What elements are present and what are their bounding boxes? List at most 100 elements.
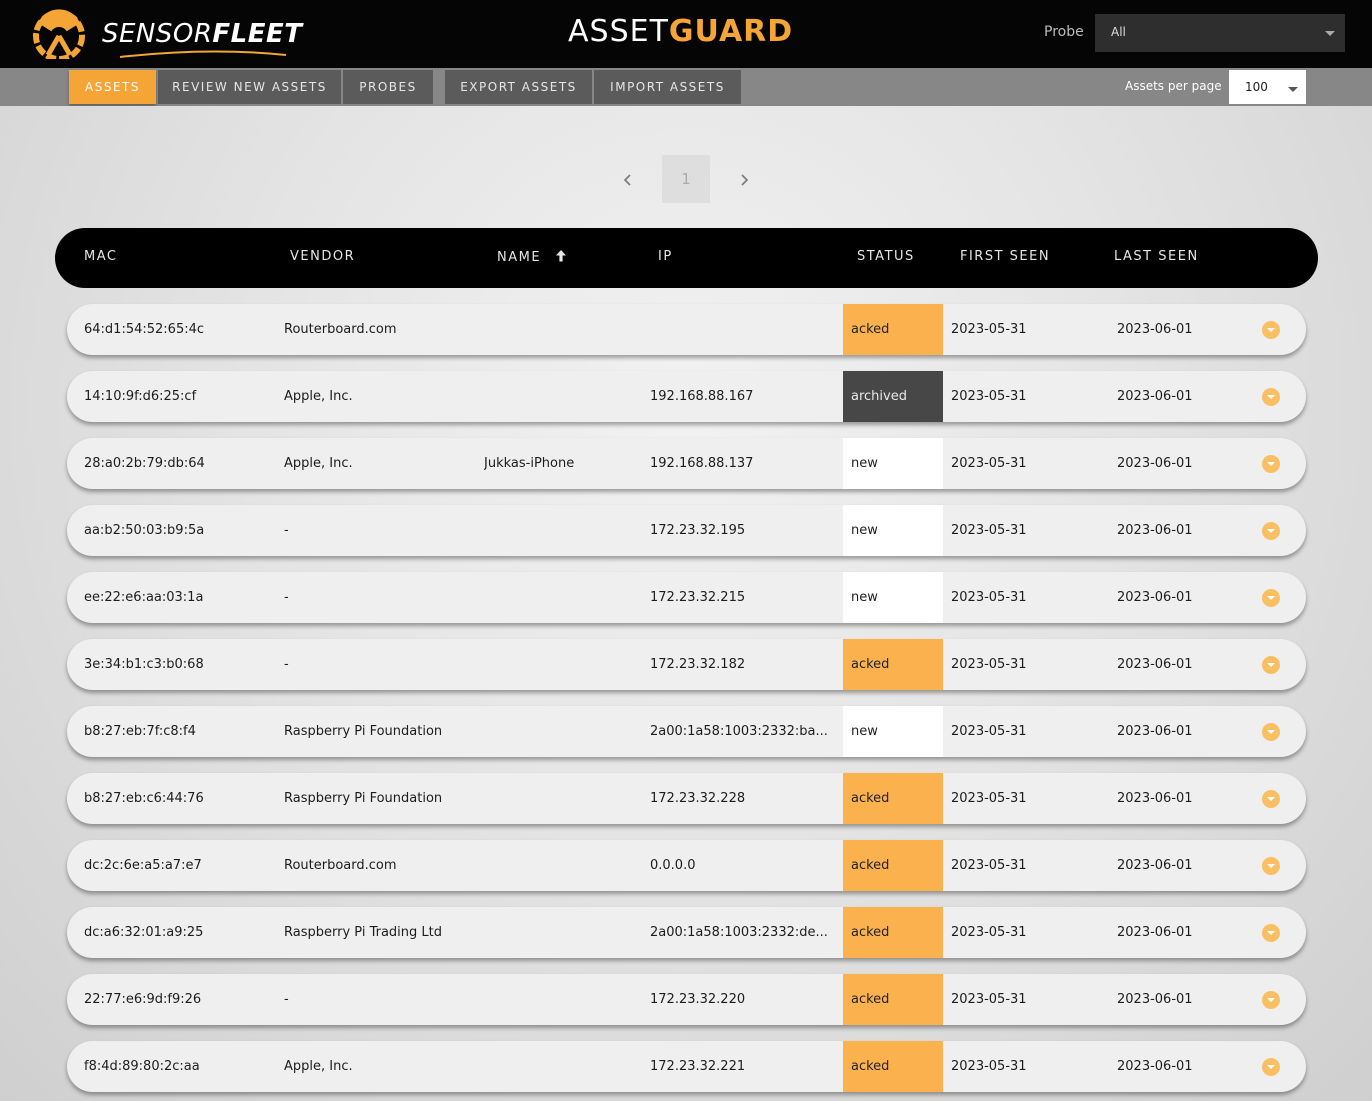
cell-name xyxy=(484,706,644,757)
table-row[interactable]: f8:4d:89:80:2c:aa Apple, Inc. 172.23.32.22… xyxy=(67,1041,1306,1092)
app-title-bold: GUARD xyxy=(668,14,794,49)
cell-first-seen: 2023-05-31 xyxy=(951,724,1027,739)
cell-first-seen: 2023-05-31 xyxy=(951,791,1027,806)
cell-mac: 64:d1:54:52:65:4c xyxy=(84,322,205,337)
chevron-right-icon[interactable] xyxy=(734,170,754,190)
cell-last-seen: 2023-06-01 xyxy=(1117,925,1193,940)
cell-last-seen: 2023-06-01 xyxy=(1117,523,1193,538)
cell-ip: 192.168.88.167 xyxy=(650,389,754,404)
cell-mac: 28:a0:2b:79:db:64 xyxy=(84,456,205,471)
chevron-left-icon[interactable] xyxy=(618,170,638,190)
cell-vendor: Apple, Inc. xyxy=(284,456,353,471)
chevron-down-circle-icon[interactable] xyxy=(1262,924,1280,942)
column-header-name[interactable]: NAME xyxy=(497,249,567,265)
chevron-down-circle-icon[interactable] xyxy=(1262,857,1280,875)
table-row[interactable]: 28:a0:2b:79:db:64 Apple, Inc. Jukkas-iPhon… xyxy=(67,438,1306,489)
tab-export-assets[interactable]: EXPORT ASSETS xyxy=(445,70,592,104)
cell-status: acked xyxy=(843,907,943,958)
top-header: SENSORFLEET ASSETGUARD Probe All xyxy=(0,0,1372,68)
cell-name xyxy=(484,907,644,958)
assets-per-page-value: 100 xyxy=(1245,80,1268,94)
cell-status: acked xyxy=(843,639,943,690)
cell-name xyxy=(484,371,644,422)
chevron-down-circle-icon[interactable] xyxy=(1262,455,1280,473)
cell-mac: ee:22:e6:aa:03:1a xyxy=(84,590,204,605)
cell-status: acked xyxy=(843,304,943,355)
cell-first-seen: 2023-05-31 xyxy=(951,858,1027,873)
cell-mac: dc:2c:6e:a5:a7:e7 xyxy=(84,858,202,873)
cell-status: acked xyxy=(843,840,943,891)
table-row[interactable]: dc:a6:32:01:a9:25 Raspberry Pi Trading Lt… xyxy=(67,907,1306,958)
sensorfleet-logo[interactable]: SENSORFLEET xyxy=(30,9,302,61)
tab-import-assets[interactable]: IMPORT ASSETS xyxy=(594,70,741,104)
cell-last-seen: 2023-06-01 xyxy=(1117,322,1193,337)
cell-vendor: - xyxy=(284,992,289,1007)
chevron-down-circle-icon[interactable] xyxy=(1262,522,1280,540)
cell-mac: 14:10:9f:d6:25:cf xyxy=(84,389,197,404)
cell-mac: 22:77:e6:9d:f9:26 xyxy=(84,992,202,1007)
column-header-vendor[interactable]: VENDOR xyxy=(290,249,355,264)
column-header-ip[interactable]: IP xyxy=(658,249,673,264)
table-row[interactable]: aa:b2:50:03:b9:5a - 172.23.32.195 new 2023-0… xyxy=(67,505,1306,556)
cell-vendor: Apple, Inc. xyxy=(284,389,353,404)
chevron-down-circle-icon[interactable] xyxy=(1262,388,1280,406)
tab-review-new-assets[interactable]: REVIEW NEW ASSETS xyxy=(158,70,341,104)
cell-last-seen: 2023-06-01 xyxy=(1117,1059,1193,1074)
main-content: 1 MAC VENDOR NAME IP STATUS FIRST SEEN L… xyxy=(0,106,1372,1101)
column-header-last-seen[interactable]: LAST SEEN xyxy=(1114,249,1199,264)
cell-name xyxy=(484,1041,644,1092)
table-row[interactable]: ee:22:e6:aa:03:1a - 172.23.32.215 new 2023-0… xyxy=(67,572,1306,623)
cell-last-seen: 2023-06-01 xyxy=(1117,389,1193,404)
column-header-first-seen[interactable]: FIRST SEEN xyxy=(960,249,1050,264)
cell-mac: aa:b2:50:03:b9:5a xyxy=(84,523,205,538)
column-header-mac[interactable]: MAC xyxy=(84,249,117,264)
cell-name xyxy=(484,572,644,623)
cell-name xyxy=(484,639,644,690)
chevron-down-circle-icon[interactable] xyxy=(1262,1058,1280,1076)
cell-last-seen: 2023-06-01 xyxy=(1117,456,1193,471)
cell-mac: f8:4d:89:80:2c:aa xyxy=(84,1059,200,1074)
chevron-down-circle-icon[interactable] xyxy=(1262,723,1280,741)
table-row[interactable]: dc:2c:6e:a5:a7:e7 Routerboard.com 0.0.0.0 a… xyxy=(67,840,1306,891)
cell-mac: b8:27:eb:7f:c8:f4 xyxy=(84,724,196,739)
nav-bar: ASSETS REVIEW NEW ASSETS PROBES EXPORT A… xyxy=(0,68,1372,106)
cell-ip: 172.23.32.195 xyxy=(650,523,746,538)
cell-status: archived xyxy=(843,371,943,422)
tab-assets[interactable]: ASSETS xyxy=(69,70,156,104)
cell-status: new xyxy=(843,572,943,623)
logo-mark-icon xyxy=(33,9,85,59)
probe-select[interactable]: All xyxy=(1095,14,1345,52)
assets-per-page-label: Assets per page xyxy=(1125,79,1222,93)
caret-down-icon xyxy=(1288,87,1298,92)
chevron-down-circle-icon[interactable] xyxy=(1262,656,1280,674)
cell-status: acked xyxy=(843,974,943,1025)
tab-probes[interactable]: PROBES xyxy=(343,70,433,104)
table-row[interactable]: b8:27:eb:7f:c8:f4 Raspberry Pi Foundation… xyxy=(67,706,1306,757)
arrow-up-icon xyxy=(555,250,566,262)
cell-first-seen: 2023-05-31 xyxy=(951,523,1027,538)
cell-name xyxy=(484,304,644,355)
cell-first-seen: 2023-05-31 xyxy=(951,590,1027,605)
cell-ip: 172.23.32.215 xyxy=(650,590,746,605)
cell-ip: 172.23.32.220 xyxy=(650,992,746,1007)
table-row[interactable]: 64:d1:54:52:65:4c Routerboard.com acked 202… xyxy=(67,304,1306,355)
app-title: ASSETGUARD xyxy=(568,14,793,49)
column-header-status[interactable]: STATUS xyxy=(857,249,915,264)
cell-ip: 192.168.88.137 xyxy=(650,456,754,471)
table-row[interactable]: 22:77:e6:9d:f9:26 - 172.23.32.220 acked 2023… xyxy=(67,974,1306,1025)
table-row[interactable]: b8:27:eb:c6:44:76 Raspberry Pi Foundation… xyxy=(67,773,1306,824)
cell-name xyxy=(484,840,644,891)
cell-mac: 3e:34:b1:c3:b0:68 xyxy=(84,657,204,672)
chevron-down-circle-icon[interactable] xyxy=(1262,589,1280,607)
table-row[interactable]: 14:10:9f:d6:25:cf Apple, Inc. 192.168.88.1… xyxy=(67,371,1306,422)
assets-per-page-select[interactable]: 100 xyxy=(1229,70,1306,104)
table-row[interactable]: 3e:34:b1:c3:b0:68 - 172.23.32.182 acked 2023… xyxy=(67,639,1306,690)
cell-first-seen: 2023-05-31 xyxy=(951,925,1027,940)
cell-ip: 172.23.32.182 xyxy=(650,657,746,672)
chevron-down-circle-icon[interactable] xyxy=(1262,991,1280,1009)
chevron-down-circle-icon[interactable] xyxy=(1262,321,1280,339)
chevron-down-circle-icon[interactable] xyxy=(1262,790,1280,808)
cell-ip: 0.0.0.0 xyxy=(650,858,696,873)
cell-vendor: - xyxy=(284,657,289,672)
pagination-current-page[interactable]: 1 xyxy=(662,155,710,203)
